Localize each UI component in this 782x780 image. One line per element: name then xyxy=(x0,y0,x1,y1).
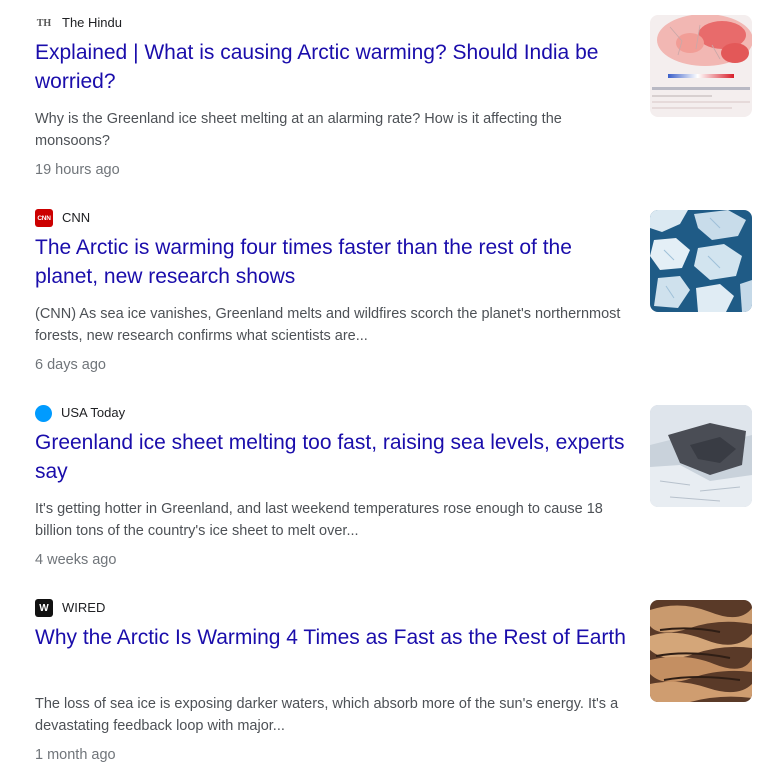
article-headline-link[interactable]: The Arctic is warming four times faster … xyxy=(35,234,635,291)
usa-today-logo-icon xyxy=(35,404,52,422)
news-article-card[interactable]: TH The Hindu Explained | What is causing… xyxy=(0,0,782,195)
news-article-card[interactable]: USA Today Greenland ice sheet melting to… xyxy=(0,390,782,585)
greenland-ice-sheet-thumbnail-image xyxy=(650,405,752,507)
article-snippet: Why is the Greenland ice sheet melting a… xyxy=(35,111,562,149)
temperature-map-thumbnail-image xyxy=(650,15,752,117)
the-hindu-logo-icon: TH xyxy=(35,14,53,32)
article-source: USA Today xyxy=(35,404,125,422)
source-name: USA Today xyxy=(61,405,126,420)
article-headline-link[interactable]: Explained | What is causing Arctic warmi… xyxy=(35,39,635,96)
article-source: TH The Hindu xyxy=(35,14,122,32)
news-article-card[interactable]: CNN CNN The Arctic is warming four times… xyxy=(0,195,782,390)
wired-logo-icon: W xyxy=(35,599,53,617)
article-thumbnail[interactable] xyxy=(650,210,752,312)
sea-ice-thumbnail-image xyxy=(650,210,752,312)
article-headline-link[interactable]: Why the Arctic Is Warming 4 Times as Fas… xyxy=(35,624,635,653)
news-article-card[interactable]: W WIRED Why the Arctic Is Warming 4 Time… xyxy=(0,585,782,780)
article-snippet: It's getting hotter in Greenland, and la… xyxy=(35,501,603,539)
source-name: The Hindu xyxy=(62,15,122,30)
article-timestamp: 19 hours ago xyxy=(35,162,120,178)
article-snippet: The loss of sea ice is exposing darker w… xyxy=(35,696,619,734)
article-thumbnail[interactable] xyxy=(650,405,752,507)
dunes-aerial-thumbnail-image xyxy=(650,600,752,702)
article-source: W WIRED xyxy=(35,599,105,617)
article-headline-link[interactable]: Greenland ice sheet melting too fast, ra… xyxy=(35,429,635,486)
article-timestamp: 4 weeks ago xyxy=(35,552,117,568)
article-timestamp: 6 days ago xyxy=(35,357,106,373)
article-thumbnail[interactable] xyxy=(650,600,752,702)
source-name: WIRED xyxy=(62,600,106,615)
cnn-logo-icon: CNN xyxy=(35,209,53,227)
article-thumbnail[interactable] xyxy=(650,15,752,117)
article-source: CNN CNN xyxy=(35,209,90,227)
source-name: CNN xyxy=(62,210,91,225)
article-snippet: (CNN) As sea ice vanishes, Greenland mel… xyxy=(35,306,621,344)
article-timestamp: 1 month ago xyxy=(35,747,116,763)
